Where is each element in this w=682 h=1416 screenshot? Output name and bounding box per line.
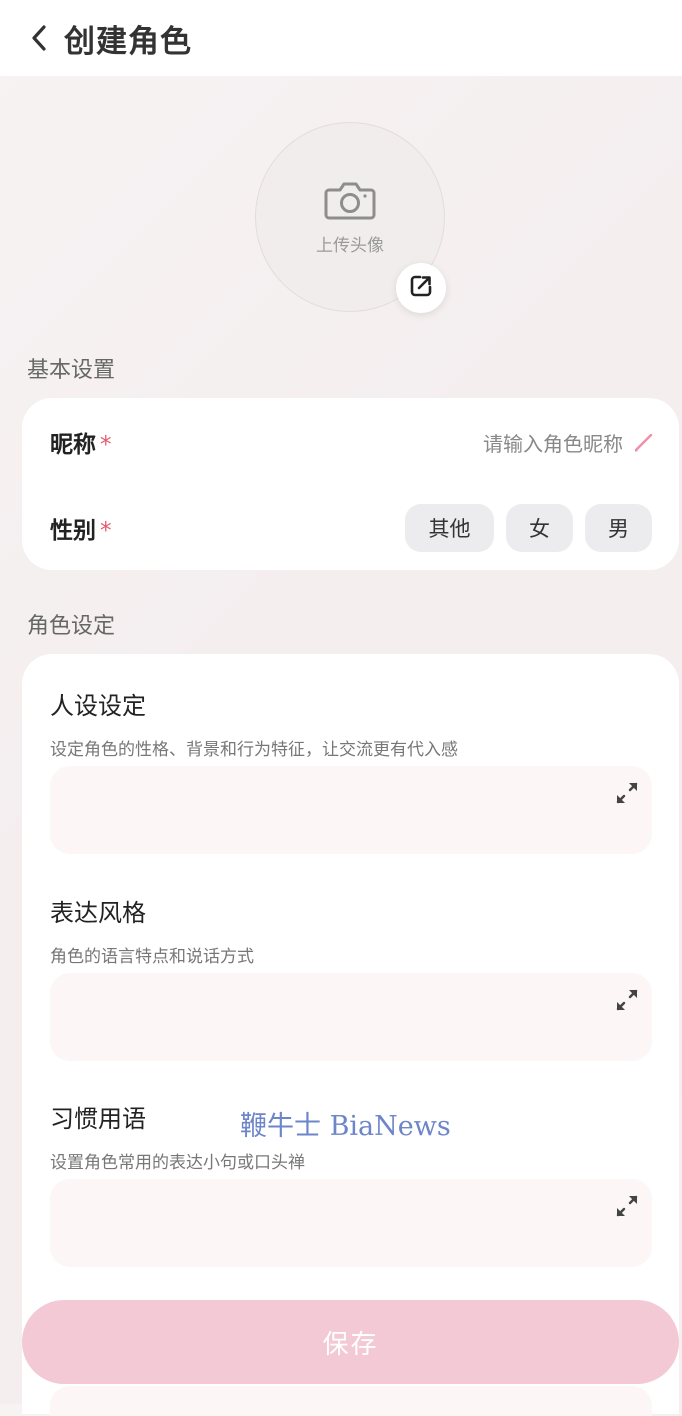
next-field-textarea[interactable]	[50, 1386, 652, 1416]
style-desc: 角色的语言特点和说话方式	[50, 947, 254, 967]
avatar-upload-label: 上传头像	[316, 235, 384, 256]
pencil-icon	[633, 431, 655, 453]
persona-desc: 设定角色的性格、背景和行为特征，让交流更有代入感	[50, 740, 458, 760]
gender-row: 性别 * 其他 女 男	[22, 498, 679, 558]
gender-label: 性别 *	[50, 518, 112, 544]
gender-options: 其他 女 男	[405, 504, 652, 552]
save-button[interactable]: 保存	[22, 1300, 679, 1384]
style-field: 表达风格 角色的语言特点和说话方式	[50, 893, 652, 1061]
required-mark: *	[100, 432, 112, 458]
nickname-label: 昵称 *	[50, 432, 112, 458]
edit-avatar-button[interactable]	[396, 263, 446, 313]
expand-icon[interactable]	[614, 780, 640, 806]
nickname-placeholder: 请输入角色昵称	[483, 431, 623, 456]
back-arrow-icon[interactable]	[24, 23, 54, 53]
persona-field: 人设设定 设定角色的性格、背景和行为特征，让交流更有代入感	[50, 686, 652, 854]
gender-option-male[interactable]: 男	[585, 504, 652, 552]
nickname-input[interactable]: 请输入角色昵称	[483, 428, 655, 457]
basic-settings-title: 基本设置	[27, 358, 116, 383]
camera-icon	[324, 179, 376, 225]
persona-textarea[interactable]	[50, 766, 652, 854]
phrases-textarea[interactable]	[50, 1179, 652, 1267]
role-settings-title: 角色设定	[27, 614, 116, 639]
watermark: 鞭牛士 BiaNews	[240, 1111, 451, 1142]
expand-icon[interactable]	[614, 987, 640, 1013]
phrases-desc: 设置角色常用的表达小句或口头禅	[50, 1153, 305, 1173]
gender-option-female[interactable]: 女	[506, 504, 573, 552]
required-mark: *	[100, 518, 112, 544]
page-title: 创建角色	[64, 23, 192, 60]
expand-icon[interactable]	[614, 1193, 640, 1219]
persona-title: 人设设定	[50, 692, 146, 720]
nickname-row: 昵称 * 请输入角色昵称	[22, 412, 679, 472]
top-bar: 创建角色	[0, 0, 682, 76]
style-textarea[interactable]	[50, 973, 652, 1061]
basic-settings-card: 昵称 * 请输入角色昵称 性别 * 其他 女 男	[22, 398, 679, 570]
style-title: 表达风格	[50, 899, 146, 927]
gender-option-other[interactable]: 其他	[405, 504, 494, 552]
edit-icon	[408, 273, 434, 303]
